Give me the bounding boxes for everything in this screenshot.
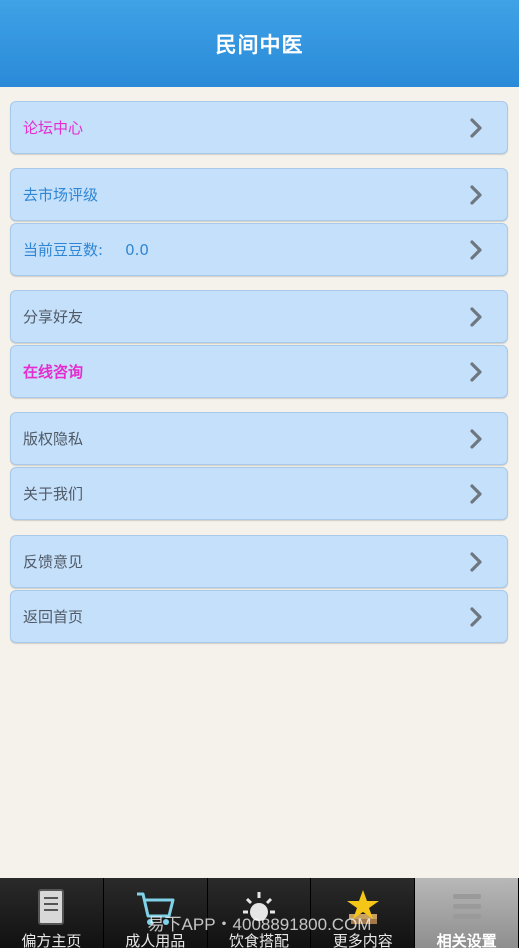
menu-item-forum[interactable]: 论坛中心	[10, 101, 508, 154]
tab-remedy-home[interactable]: 偏方主页	[0, 878, 104, 948]
chevron-right-icon	[465, 117, 487, 139]
book-icon	[38, 889, 65, 925]
menu-item-feedback[interactable]: 反馈意见	[10, 535, 508, 588]
tab-label: 相关设置	[436, 932, 497, 948]
tab-label: 更多内容	[332, 932, 393, 948]
menu-item-label: 版权隐私	[23, 430, 84, 448]
bottom-tab-bar: 偏方主页 成人用品 饮食搭配 更多内容 相关设置	[0, 878, 519, 948]
tab-label: 饮食搭配	[228, 932, 289, 948]
chevron-right-icon	[465, 428, 487, 450]
menu-group-social: 分享好友 在线咨询	[10, 290, 508, 400]
menu-item-label: 去市场评级	[23, 186, 99, 204]
menu-group-info: 版权隐私 关于我们	[10, 412, 508, 522]
menu-item-share[interactable]: 分享好友	[10, 290, 508, 343]
page-title: 民间中医	[215, 32, 304, 57]
app-header: 民间中医	[0, 0, 519, 87]
tab-settings[interactable]: 相关设置	[415, 878, 519, 948]
menu-item-home[interactable]: 返回首页	[10, 590, 508, 643]
menu-item-privacy[interactable]: 版权隐私	[10, 412, 508, 465]
chevron-right-icon	[465, 361, 487, 383]
menu-item-label: 在线咨询	[23, 363, 84, 381]
menu-item-about[interactable]: 关于我们	[10, 467, 508, 520]
chevron-right-icon	[465, 306, 487, 328]
menu-item-label: 关于我们	[23, 485, 84, 503]
cart-icon	[137, 892, 175, 925]
menu-item-label: 反馈意见	[23, 553, 84, 571]
menu-item-beans[interactable]: 当前豆豆数: 0.0	[10, 223, 508, 276]
chevron-right-icon	[465, 239, 487, 261]
menu-item-consult[interactable]: 在线咨询	[10, 345, 508, 398]
tab-adult-products[interactable]: 成人用品	[104, 878, 208, 948]
tab-label: 偏方主页	[21, 932, 82, 948]
beans-label: 当前豆豆数:	[23, 241, 104, 259]
menu-item-label: 论坛中心	[23, 119, 84, 137]
sun-icon	[242, 892, 275, 921]
chevron-right-icon	[465, 551, 487, 573]
chevron-right-icon	[465, 483, 487, 505]
tab-diet-pairing[interactable]: 饮食搭配	[208, 878, 312, 948]
menu-item-rate[interactable]: 去市场评级	[10, 168, 508, 221]
menu-group-support: 反馈意见 返回首页	[10, 535, 508, 645]
menu-item-label: 返回首页	[23, 608, 84, 626]
beans-value: 0.0	[125, 240, 149, 259]
tab-more-content[interactable]: 更多内容	[311, 878, 416, 948]
menu-group-forum: 论坛中心	[10, 101, 508, 156]
menu-item-label: 分享好友	[23, 308, 84, 326]
chevron-right-icon	[465, 184, 487, 206]
star-icon	[346, 890, 379, 924]
menu-group-market: 去市场评级 当前豆豆数: 0.0	[10, 168, 508, 278]
chevron-right-icon	[465, 606, 487, 628]
tab-label: 成人用品	[125, 932, 186, 948]
list-icon	[452, 894, 481, 919]
